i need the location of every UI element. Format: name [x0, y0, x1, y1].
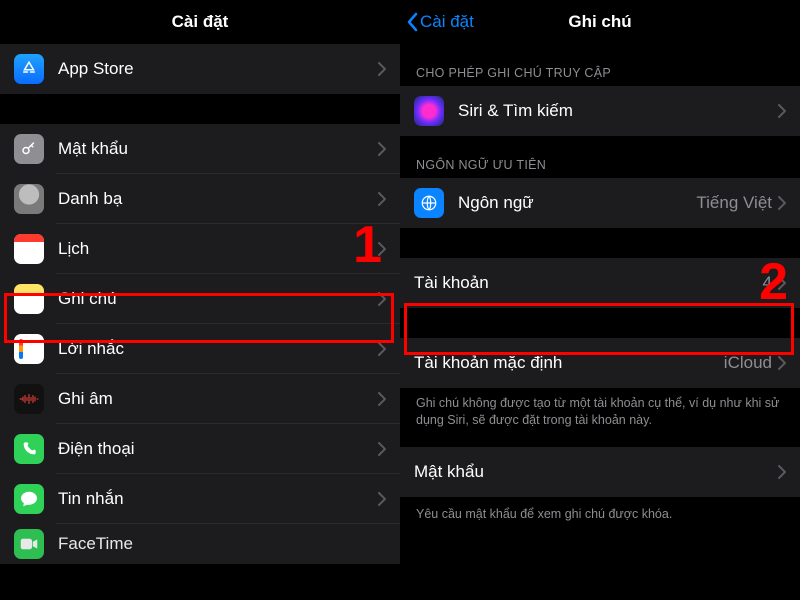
row-label: Siri & Tìm kiếm: [458, 101, 778, 121]
back-button[interactable]: Cài đặt: [406, 0, 474, 44]
row-notes[interactable]: Ghi chú: [0, 274, 400, 324]
group-apps: Mật khẩu Danh bạ Lịch Ghi chú: [0, 124, 400, 564]
row-label: Ghi âm: [58, 389, 378, 409]
row-language[interactable]: Ngôn ngữ Tiếng Việt: [400, 178, 800, 228]
messages-icon: [14, 484, 44, 514]
row-label: Điện thoại: [58, 439, 378, 459]
page-title: Cài đặt: [172, 12, 229, 32]
section-lang-label: NGÔN NGỮ ƯU TIÊN: [400, 136, 800, 178]
row-label: Tài khoản: [414, 273, 763, 293]
chevron-right-icon: [778, 356, 786, 370]
left-header: Cài đặt: [0, 0, 400, 44]
row-label: Ngôn ngữ: [458, 193, 696, 213]
voicememos-icon: [14, 384, 44, 414]
row-value: 4: [763, 273, 772, 293]
chevron-right-icon: [378, 392, 386, 406]
password-hint: Yêu cầu mật khẩu để xem ghi chú được khó…: [400, 497, 800, 521]
calendar-icon: [14, 234, 44, 264]
row-label: Lời nhắc: [58, 339, 378, 359]
right-header: Cài đặt Ghi chú: [400, 0, 800, 44]
chevron-right-icon: [778, 465, 786, 479]
row-label: Danh bạ: [58, 189, 378, 209]
back-label: Cài đặt: [420, 12, 474, 32]
page-title: Ghi chú: [568, 12, 631, 32]
chevron-right-icon: [778, 276, 786, 290]
chevron-right-icon: [378, 192, 386, 206]
row-appstore[interactable]: App Store: [0, 44, 400, 94]
row-value: Tiếng Việt: [696, 193, 772, 213]
chevron-right-icon: [378, 62, 386, 76]
row-label: Tin nhắn: [58, 489, 378, 509]
chevron-right-icon: [378, 442, 386, 456]
row-calendar[interactable]: Lịch: [0, 224, 400, 274]
default-account-note: Ghi chú không được tạo từ một tài khoản …: [400, 388, 800, 429]
settings-pane: Cài đặt App Store Mật khẩu: [0, 0, 400, 600]
phone-icon: [14, 434, 44, 464]
siri-icon: [414, 96, 444, 126]
row-contacts[interactable]: Danh bạ: [0, 174, 400, 224]
row-facetime[interactable]: FaceTime: [0, 524, 400, 564]
row-accounts[interactable]: Tài khoản 4: [400, 258, 800, 308]
row-label: FaceTime: [58, 534, 386, 554]
row-reminders[interactable]: Lời nhắc: [0, 324, 400, 374]
row-label: Ghi chú: [58, 289, 378, 309]
row-messages[interactable]: Tin nhắn: [0, 474, 400, 524]
row-value: iCloud: [724, 353, 772, 373]
chevron-right-icon: [378, 292, 386, 306]
chevron-right-icon: [778, 196, 786, 210]
row-label: Tài khoản mặc định: [414, 353, 724, 373]
facetime-icon: [14, 529, 44, 559]
chevron-right-icon: [378, 342, 386, 356]
row-label: Mật khẩu: [58, 139, 378, 159]
row-label: Lịch: [58, 239, 378, 259]
chevron-right-icon: [378, 242, 386, 256]
row-label: Mật khẩu: [414, 462, 778, 482]
row-voicememos[interactable]: Ghi âm: [0, 374, 400, 424]
notes-icon: [14, 284, 44, 314]
reminders-icon: [14, 334, 44, 364]
row-siri[interactable]: Siri & Tìm kiếm: [400, 86, 800, 136]
key-icon: [14, 134, 44, 164]
row-default-account[interactable]: Tài khoản mặc định iCloud: [400, 338, 800, 388]
globe-icon: [414, 188, 444, 218]
appstore-icon: [14, 54, 44, 84]
notes-settings-pane: Cài đặt Ghi chú CHO PHÉP GHI CHÚ TRUY CẬ…: [400, 0, 800, 600]
row-password[interactable]: Mật khẩu: [400, 447, 800, 497]
row-phone[interactable]: Điện thoại: [0, 424, 400, 474]
chevron-right-icon: [378, 492, 386, 506]
chevron-right-icon: [378, 142, 386, 156]
row-passwords[interactable]: Mật khẩu: [0, 124, 400, 174]
contacts-icon: [14, 184, 44, 214]
chevron-right-icon: [778, 104, 786, 118]
row-label: App Store: [58, 59, 378, 79]
group-appstore: App Store: [0, 44, 400, 94]
section-access-label: CHO PHÉP GHI CHÚ TRUY CẬP: [400, 44, 800, 86]
